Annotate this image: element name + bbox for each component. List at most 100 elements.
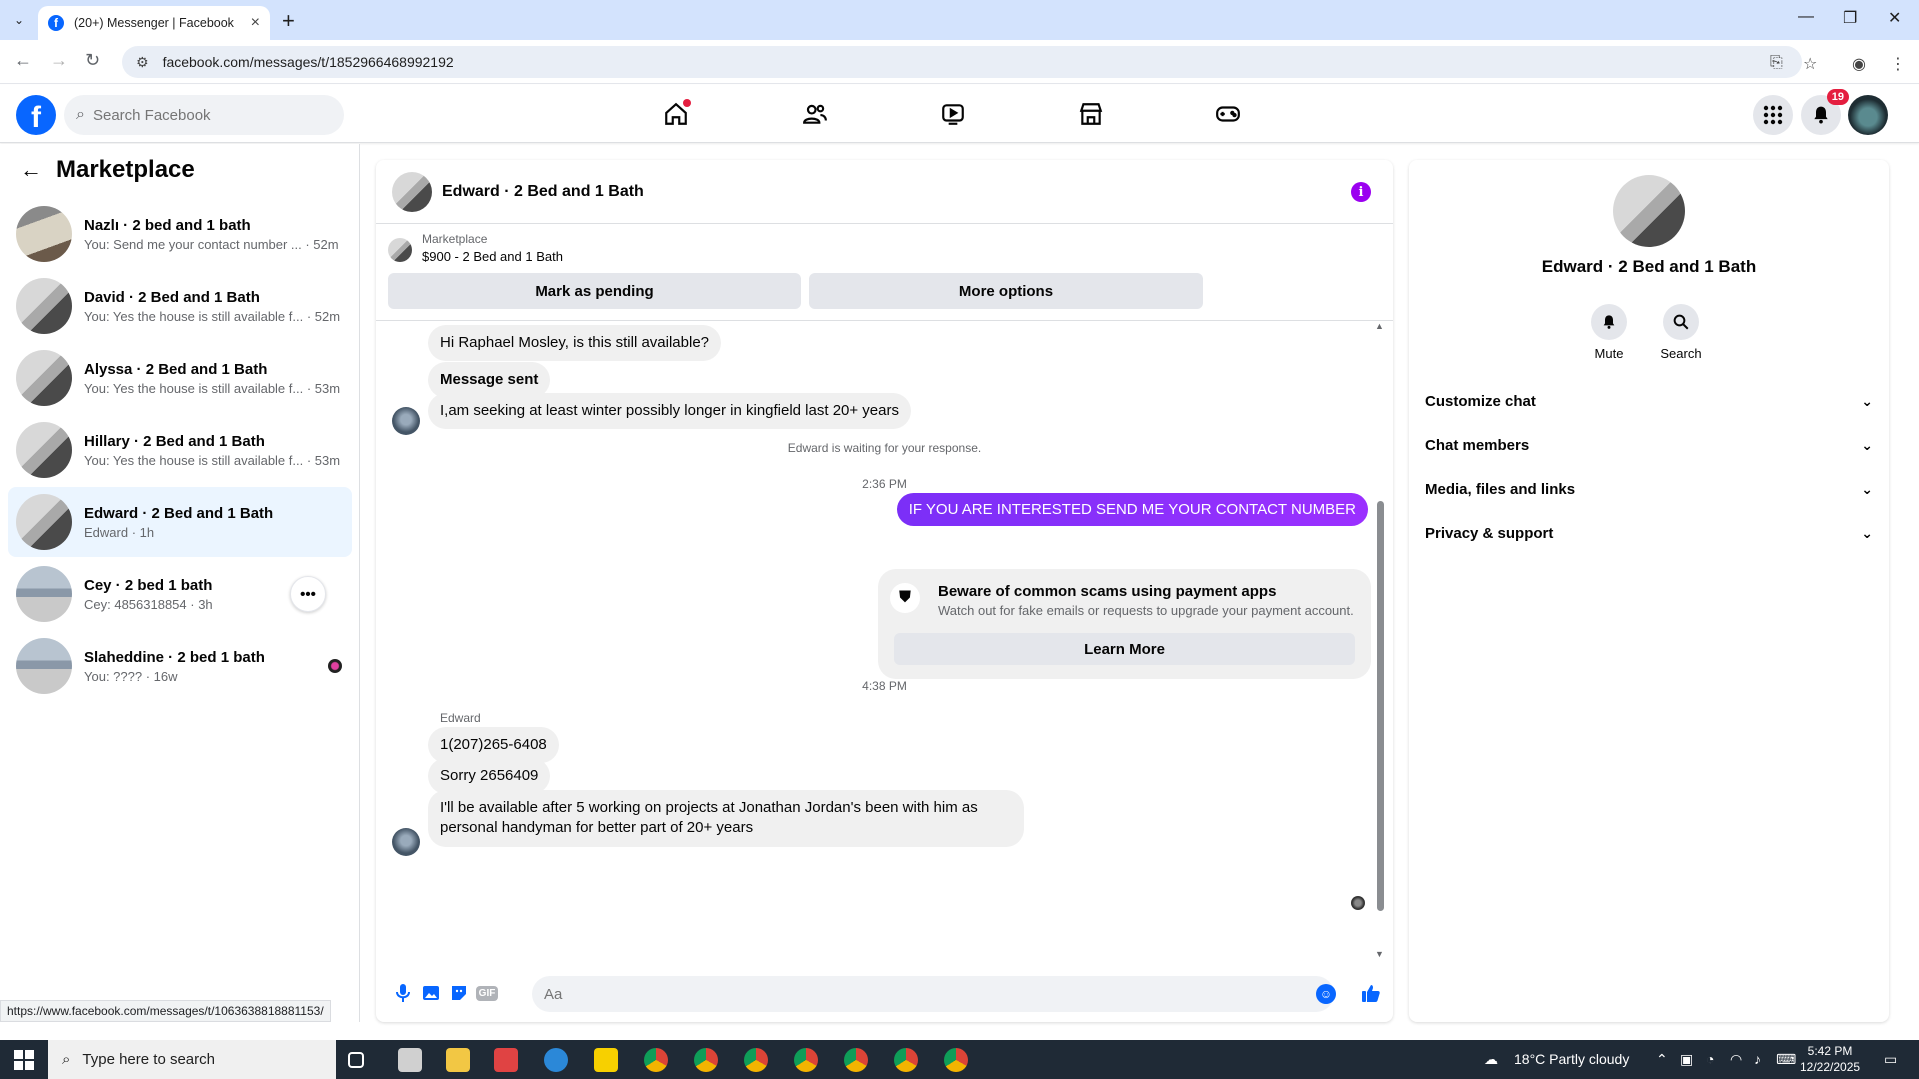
- chrome-menu-icon[interactable]: ⋮: [1890, 54, 1906, 74]
- marketplace-icon[interactable]: [1074, 97, 1108, 131]
- account-avatar[interactable]: [1848, 95, 1888, 135]
- omnibox[interactable]: ⚙ facebook.com/messages/t/18529664689921…: [122, 46, 1802, 78]
- mute-action[interactable]: Mute: [1579, 304, 1639, 361]
- scrollbar-thumb[interactable]: [1377, 501, 1384, 911]
- messenger-app-icon[interactable]: [544, 1048, 568, 1072]
- conversation-name: Slaheddine · 2 bed 1 bath: [84, 648, 265, 666]
- network-icon[interactable]: ◔: [1706, 1051, 1714, 1067]
- row-label: Privacy & support: [1425, 524, 1554, 542]
- chrome-app-icon[interactable]: [794, 1048, 818, 1072]
- facebook-logo-icon[interactable]: f: [16, 95, 56, 135]
- notifications-bell-icon[interactable]: 19: [1801, 89, 1849, 135]
- chrome-app-icon[interactable]: [744, 1048, 768, 1072]
- conversation-item[interactable]: Alyssa · 2 Bed and 1 Bath You: Yes the h…: [8, 343, 352, 413]
- gif-icon[interactable]: GIF: [475, 982, 499, 1004]
- mark-as-pending-button[interactable]: Mark as pending: [388, 273, 801, 309]
- chrome-app-icon[interactable]: [644, 1048, 668, 1072]
- close-window-button[interactable]: ✕: [1888, 8, 1901, 28]
- install-app-icon[interactable]: ⎘: [1770, 54, 1783, 72]
- privacy-support-row[interactable]: Privacy & support ⌄: [1425, 511, 1873, 555]
- friends-icon[interactable]: [798, 97, 832, 131]
- notification-center-icon[interactable]: ▭: [1884, 1051, 1897, 1068]
- chat-header: Edward · 2 Bed and 1 Bath i: [376, 160, 1393, 224]
- emoji-icon[interactable]: ☺: [1316, 984, 1336, 1004]
- info-icon[interactable]: i: [1351, 182, 1371, 202]
- new-tab-button[interactable]: +: [282, 8, 295, 34]
- browser-tab[interactable]: f (20+) Messenger | Facebook ×: [38, 6, 270, 40]
- conversation-more-button[interactable]: •••: [290, 576, 326, 612]
- customize-chat-row[interactable]: Customize chat ⌄: [1425, 379, 1873, 423]
- learn-more-button[interactable]: Learn More: [894, 633, 1355, 665]
- bell-icon: [1591, 304, 1627, 340]
- sticker-icon[interactable]: [448, 982, 470, 1004]
- facebook-search-input[interactable]: [92, 106, 293, 124]
- windows-start-icon[interactable]: [14, 1050, 34, 1070]
- row-label: Customize chat: [1425, 392, 1536, 410]
- close-tab-icon[interactable]: ×: [251, 14, 260, 32]
- chrome-app-icon[interactable]: [894, 1048, 918, 1072]
- chat-header-name[interactable]: Edward · 2 Bed and 1 Bath: [442, 183, 644, 201]
- show-hidden-icons-icon[interactable]: ⌃: [1656, 1051, 1668, 1068]
- media-files-links-row[interactable]: Media, files and links ⌄: [1425, 467, 1873, 511]
- search-action[interactable]: Search: [1651, 304, 1711, 361]
- conversation-item[interactable]: Slaheddine · 2 bed 1 bath You: ???? · 16…: [8, 631, 352, 701]
- conversation-preview: You: Send me your contact number ... · 5…: [84, 236, 339, 252]
- thread-scrollbar[interactable]: ▲ ▼: [1375, 321, 1385, 961]
- home-icon[interactable]: [659, 97, 693, 131]
- taskbar-search[interactable]: ⌕ Type here to search: [48, 1040, 336, 1079]
- message-input[interactable]: [532, 976, 1334, 1012]
- tab-search-chevron-icon[interactable]: ⌄: [8, 9, 30, 31]
- facebook-favicon-icon: f: [48, 15, 64, 31]
- menu-grid-icon[interactable]: [1753, 95, 1793, 135]
- conversation-preview: You: ???? · 16w: [84, 668, 178, 684]
- scroll-up-icon[interactable]: ▲: [1375, 321, 1384, 331]
- taskbar-search-placeholder: Type here to search: [82, 1051, 215, 1068]
- back-arrow-icon[interactable]: ←: [20, 157, 42, 183]
- chat-header-thumbnail[interactable]: [392, 171, 432, 212]
- video-icon[interactable]: [936, 97, 970, 131]
- conversation-item[interactable]: Hillary · 2 Bed and 1 Bath You: Yes the …: [8, 415, 352, 485]
- conversation-item[interactable]: David · 2 Bed and 1 Bath You: Yes the ho…: [8, 271, 352, 341]
- site-info-icon[interactable]: ⚙: [136, 54, 149, 71]
- anydesk-app-icon[interactable]: [494, 1048, 518, 1072]
- file-explorer-app-icon[interactable]: [398, 1048, 422, 1072]
- scroll-down-icon[interactable]: ▼: [1375, 949, 1384, 959]
- keyboard-icon[interactable]: ⌨: [1776, 1051, 1796, 1068]
- weather-icon[interactable]: ☁: [1484, 1051, 1498, 1068]
- facebook-search[interactable]: ⌕: [64, 95, 344, 135]
- more-options-button[interactable]: More options: [809, 273, 1203, 309]
- conversation-avatar[interactable]: [1613, 175, 1685, 247]
- folder-app-icon[interactable]: [446, 1048, 470, 1072]
- reload-button[interactable]: ↻: [85, 50, 100, 71]
- meet-now-icon[interactable]: ▣: [1680, 1051, 1693, 1068]
- restore-button[interactable]: ❐: [1843, 8, 1857, 28]
- bookmark-star-icon[interactable]: ☆: [1803, 54, 1817, 74]
- taskbar-clock[interactable]: 5:42 PM 12/22/2025: [1800, 1043, 1860, 1075]
- chat-panel: Edward · 2 Bed and 1 Bath i Marketplace …: [376, 160, 1393, 1022]
- incoming-message: I,am seeking at least winter possibly lo…: [428, 393, 911, 430]
- profile-icon[interactable]: ◉: [1852, 54, 1866, 74]
- forward-button[interactable]: →: [50, 50, 68, 71]
- gaming-icon[interactable]: [1211, 97, 1245, 131]
- conversation-info-name: Edward · 2 Bed and 1 Bath: [1541, 257, 1757, 276]
- listing-summary[interactable]: Marketplace $900 - 2 Bed and 1 Bath: [388, 232, 563, 264]
- sticky-notes-app-icon[interactable]: [594, 1048, 618, 1072]
- minimize-button[interactable]: —: [1798, 8, 1814, 26]
- chat-members-row[interactable]: Chat members ⌄: [1425, 423, 1873, 467]
- back-button[interactable]: ←: [14, 50, 32, 71]
- task-view-icon[interactable]: [348, 1052, 364, 1068]
- photo-icon[interactable]: [420, 982, 442, 1004]
- conversation-item-active[interactable]: Edward · 2 Bed and 1 Bath Edward · 1h: [8, 487, 352, 557]
- volume-icon[interactable]: ♪: [1754, 1051, 1761, 1067]
- chrome-app-icon[interactable]: [944, 1048, 968, 1072]
- microphone-icon[interactable]: [392, 982, 414, 1004]
- home-notification-dot: [683, 99, 691, 107]
- chrome-app-icon[interactable]: [844, 1048, 868, 1072]
- wifi-icon[interactable]: ◠: [1730, 1051, 1742, 1068]
- weather-text[interactable]: 18°C Partly cloudy: [1514, 1051, 1629, 1067]
- conversation-item[interactable]: Nazlı · 2 bed and 1 bath You: Send me yo…: [8, 199, 352, 269]
- url-text: facebook.com/messages/t/1852966468992192: [162, 54, 454, 70]
- conversation-item[interactable]: Cey · 2 bed 1 bath Cey: 4856318854 · 3h …: [8, 559, 352, 629]
- chrome-app-icon[interactable]: [694, 1048, 718, 1072]
- thumbs-up-icon[interactable]: [1360, 982, 1382, 1004]
